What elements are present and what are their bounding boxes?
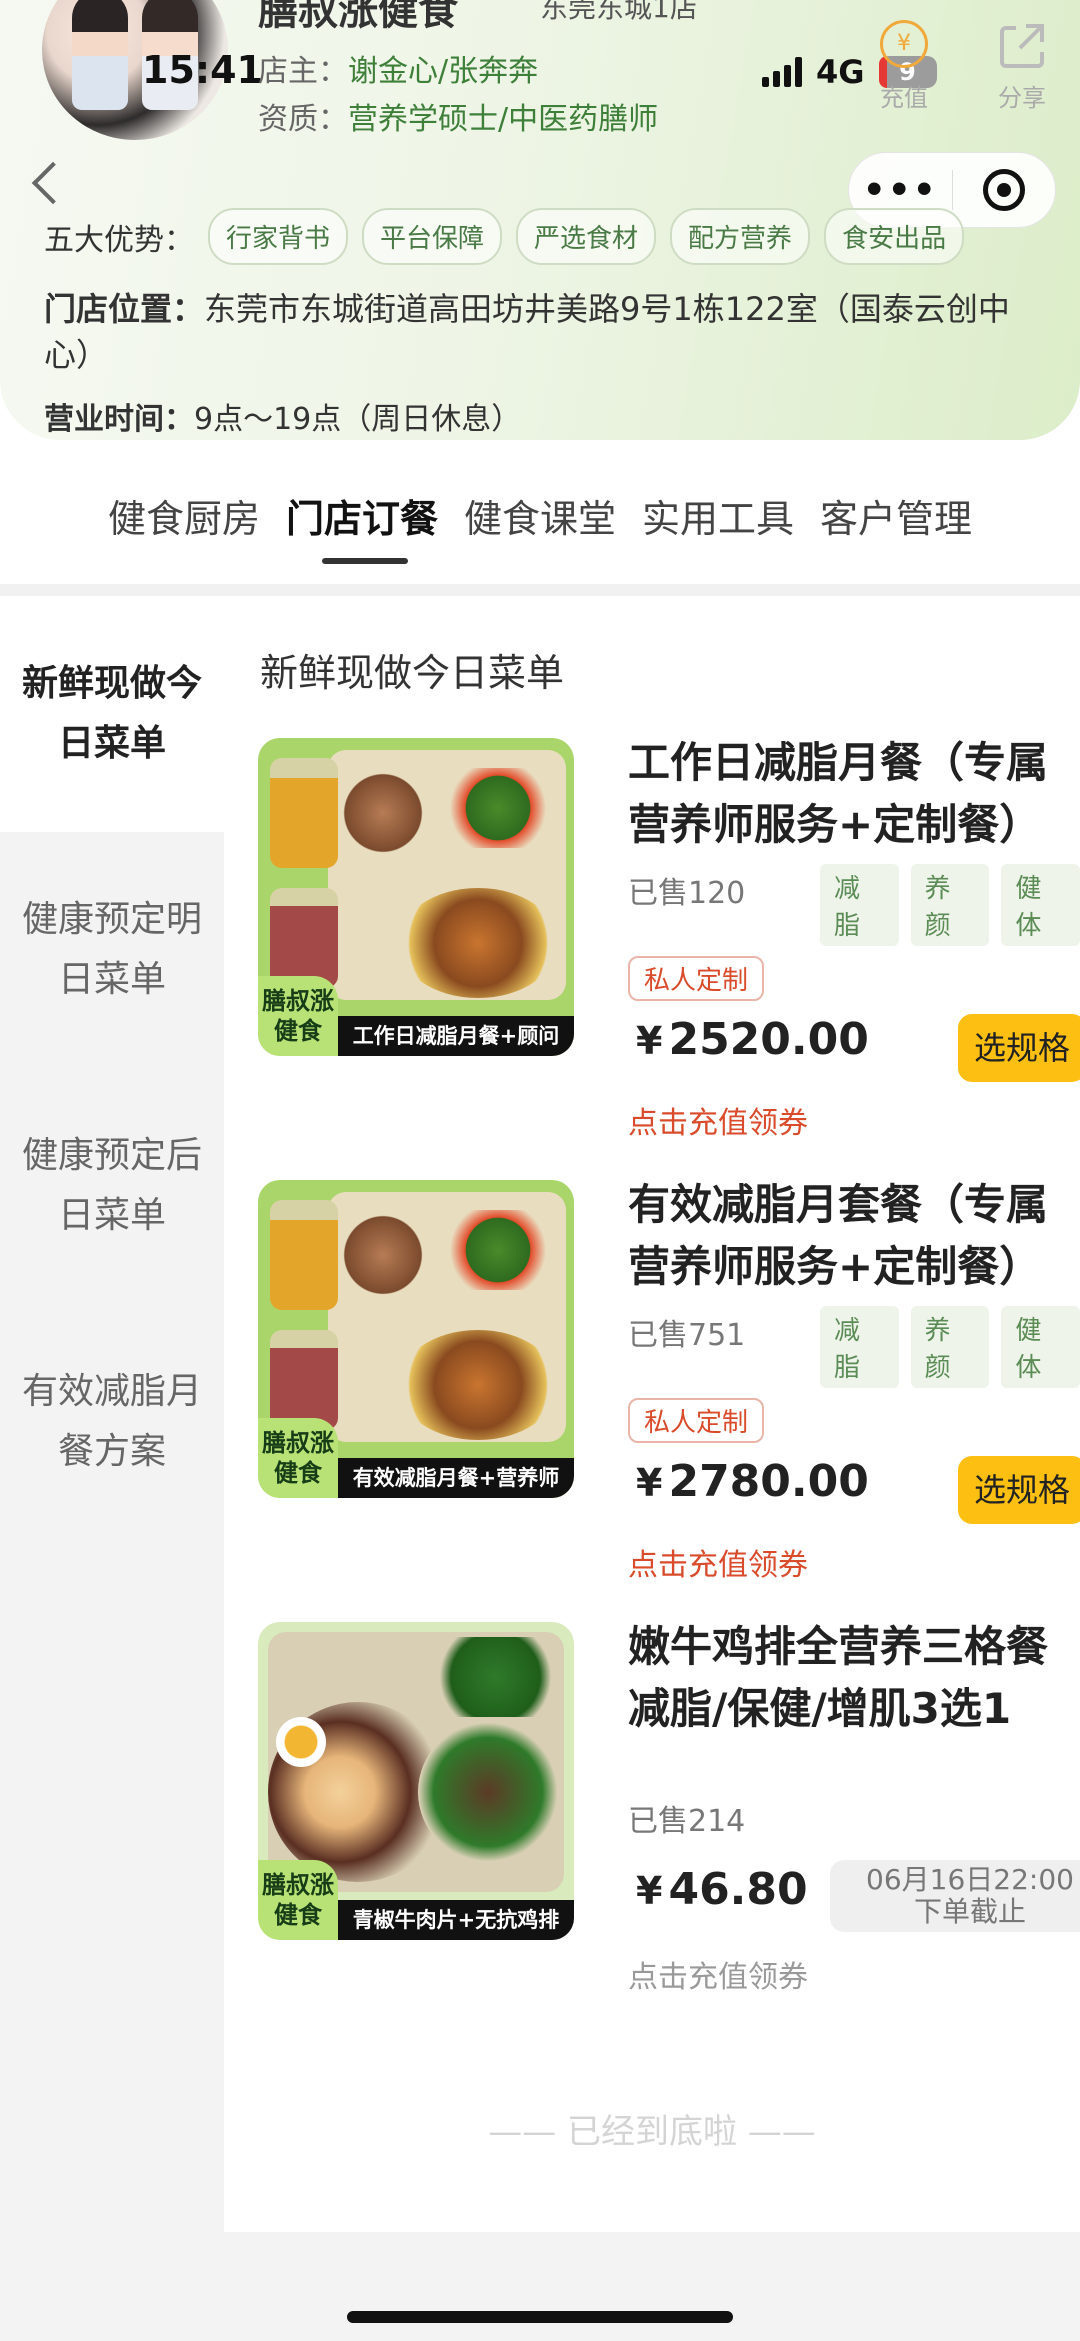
currency-symbol: ¥ (636, 1869, 663, 1913)
recharge-label: 充值 (880, 84, 928, 112)
product-tag: 减脂 (820, 864, 899, 946)
order-deadline: 06月16日22:00 下单截止 (830, 1860, 1080, 1932)
category-sidebar: 新鲜现做今日菜单 健康预定明日菜单 健康预定后日菜单 有效减脂月餐方案 (0, 596, 224, 2232)
product-card[interactable]: 膳叔涨健食 工作日减脂月餐+顾问 工作日减脂月餐（专属营养师服务+定制餐） 已售… (258, 738, 1080, 1158)
hours-label: 营业时间： (44, 402, 194, 437)
share-icon (996, 20, 1048, 72)
product-price: ¥46.80 (636, 1864, 808, 1915)
sidebar-item-day-after[interactable]: 健康预定后日菜单 (0, 1068, 224, 1304)
coupon-link[interactable]: 点击充值领券 (628, 1098, 808, 1142)
recharge-action[interactable]: ¥ 充值 (864, 20, 944, 113)
select-spec-button[interactable]: 选规格 (958, 1014, 1080, 1082)
hours-value: 9点～19点（周日休息） (194, 402, 522, 437)
currency-symbol: ¥ (636, 1461, 663, 1505)
image-caption: 工作日减脂月餐+顾问 (338, 1016, 574, 1056)
price-value: 2780.00 (668, 1456, 869, 1507)
store-address[interactable]: 门店位置：东莞市东城街道高田坊井美路9号1栋122室（国泰云创中心） (44, 286, 1034, 378)
address-label: 门店位置： (44, 290, 205, 328)
owner-value: 谢金心/张奔奔 (348, 54, 539, 89)
home-indicator[interactable] (347, 2311, 733, 2323)
product-tag: 养颜 (910, 864, 990, 946)
brand-logo: 膳叔涨健食 (258, 976, 338, 1056)
advantage-tag: 配方营养 (670, 208, 811, 265)
tab-class[interactable]: 健食课堂 (464, 488, 616, 560)
advantages-row: 五大优势： 行家背书 平台保障 严选食材 配方营养 食安出品 (44, 208, 965, 265)
brand-logo: 膳叔涨健食 (258, 1418, 338, 1498)
owner-label: 店主： (258, 54, 348, 89)
custom-badge: 私人定制 (628, 1398, 765, 1443)
sidebar-item-today[interactable]: 新鲜现做今日菜单 (0, 596, 224, 832)
tab-kitchen[interactable]: 健食厨房 (108, 488, 260, 560)
price-value: 2520.00 (668, 1014, 869, 1065)
deadline-time: 06月16日22:00 (866, 1863, 1074, 1896)
advantages-label: 五大优势： (44, 222, 194, 258)
shop-header: 膳叔涨健食 东莞东城1店 15:41 店主：谢金心/张奔奔 资质：营养学硕士/中… (0, 0, 1080, 440)
main-tabs: 健食厨房 门店订餐 健食课堂 实用工具 客户管理 (0, 488, 1080, 568)
product-price: ¥2780.00 (636, 1456, 869, 1507)
app-screen: 膳叔涨健食 东莞东城1店 15:41 店主：谢金心/张奔奔 资质：营养学硕士/中… (0, 0, 1080, 2341)
tabs-divider (0, 584, 1080, 596)
advantage-tag: 食安出品 (824, 208, 965, 265)
product-image[interactable]: 膳叔涨健食 青椒牛肉片+无抗鸡排 (258, 1622, 574, 1940)
product-name[interactable]: 工作日减脂月餐（专属营养师服务+定制餐） (628, 732, 1080, 856)
coupon-link[interactable]: 点击充值领券 (628, 1540, 808, 1584)
qualification-info: 资质：营养学硕士/中医药膳师 (258, 94, 658, 138)
product-tags: 减脂 养颜 健体 (820, 864, 1080, 946)
tab-store-order[interactable]: 门店订餐 (286, 488, 438, 564)
bottom-area (0, 2232, 1080, 2341)
product-price: ¥2520.00 (636, 1014, 869, 1065)
product-tag: 养颜 (910, 1306, 990, 1388)
product-card[interactable]: 膳叔涨健食 有效减脂月餐+营养师 有效减脂月套餐（专属营养师服务+定制餐） 已售… (258, 1180, 1080, 1600)
shop-branch: 东莞东城1店 (540, 0, 698, 24)
brand-logo: 膳叔涨健食 (258, 1860, 338, 1940)
custom-badge: 私人定制 (628, 956, 765, 1001)
signal-icon (762, 57, 802, 87)
product-tags: 减脂 养颜 健体 (820, 1306, 1080, 1388)
product-image[interactable]: 膳叔涨健食 有效减脂月餐+营养师 (258, 1180, 574, 1498)
tab-customers[interactable]: 客户管理 (820, 488, 972, 560)
sold-count: 已售751 (628, 1318, 746, 1353)
product-tag: 减脂 (820, 1306, 899, 1388)
tab-tools[interactable]: 实用工具 (642, 488, 794, 560)
sold-count: 已售120 (628, 876, 746, 911)
network-type: 4G (816, 53, 865, 91)
image-caption: 青椒牛肉片+无抗鸡排 (338, 1900, 574, 1940)
image-caption: 有效减脂月餐+营养师 (338, 1458, 574, 1498)
product-tag: 健体 (1001, 1306, 1080, 1388)
product-name[interactable]: 嫩牛鸡排全营养三格餐减脂/保健/增肌3选1 (628, 1616, 1080, 1740)
section-title: 新鲜现做今日菜单 (260, 651, 565, 695)
product-tag: 健体 (1001, 864, 1080, 946)
shop-name: 膳叔涨健食 (258, 0, 458, 34)
sidebar-item-monthly-plan[interactable]: 有效减脂月餐方案 (0, 1304, 224, 1540)
currency-symbol: ¥ (636, 1019, 663, 1063)
price-value: 46.80 (668, 1864, 808, 1915)
product-image[interactable]: 膳叔涨健食 工作日减脂月餐+顾问 (258, 738, 574, 1056)
select-spec-button[interactable]: 选规格 (958, 1456, 1080, 1524)
back-chevron-icon[interactable] (31, 161, 75, 205)
product-card[interactable]: 膳叔涨健食 青椒牛肉片+无抗鸡排 嫩牛鸡排全营养三格餐减脂/保健/增肌3选1 已… (258, 1622, 1080, 2042)
product-list: 新鲜现做今日菜单 膳叔涨健食 工作日减脂月餐+顾问 工作日减脂月餐（专属营养师服… (224, 596, 1080, 2232)
business-hours: 营业时间：9点～19点（周日休息） (44, 394, 521, 438)
advantage-tag: 平台保障 (362, 208, 503, 265)
close-target-icon[interactable] (952, 169, 1055, 211)
sidebar-item-tomorrow[interactable]: 健康预定明日菜单 (0, 832, 224, 1068)
deadline-label: 下单截止 (913, 1895, 1026, 1928)
product-name[interactable]: 有效减脂月套餐（专属营养师服务+定制餐） (628, 1174, 1080, 1298)
coupon-link[interactable]: 点击充值领券 (628, 1952, 808, 1996)
end-of-list-note: —— 已经到底啦 —— (488, 2112, 816, 2152)
qualification-value: 营养学硕士/中医药膳师 (348, 102, 659, 137)
advantage-tag: 严选食材 (516, 208, 657, 265)
more-menu-icon[interactable]: ••• (849, 170, 952, 211)
sold-count: 已售214 (628, 1804, 746, 1839)
owner-info: 店主：谢金心/张奔奔 (258, 46, 538, 90)
qualification-label: 资质： (258, 102, 348, 137)
share-action[interactable]: 分享 (982, 20, 1062, 113)
advantage-tag: 行家背书 (208, 208, 349, 265)
share-label: 分享 (998, 84, 1046, 112)
coin-icon: ¥ (880, 20, 928, 68)
status-time: 15:41 (142, 48, 263, 92)
